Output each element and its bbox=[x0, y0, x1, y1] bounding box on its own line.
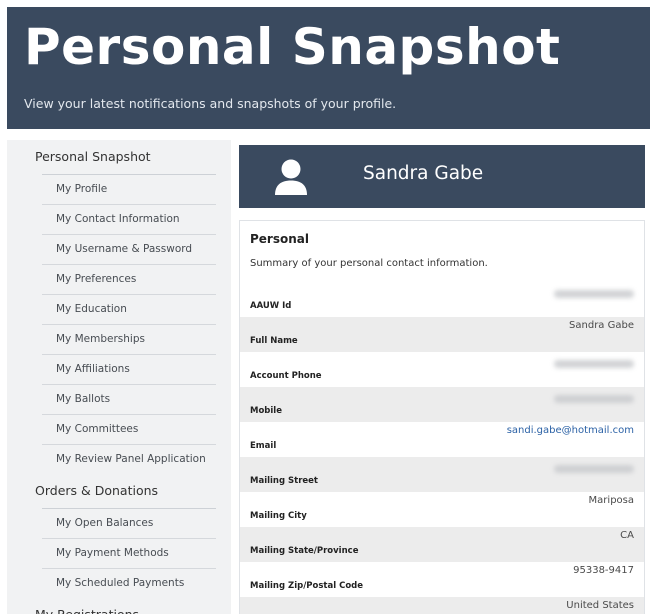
sidebar-item-my-open-balances[interactable]: My Open Balances bbox=[42, 508, 216, 538]
info-value: United States bbox=[566, 600, 634, 611]
sidebar-item-my-education[interactable]: My Education bbox=[42, 294, 216, 324]
sidebar-item-my-memberships[interactable]: My Memberships bbox=[42, 324, 216, 354]
page-header: Personal Snapshot View your latest notif… bbox=[7, 7, 650, 129]
sidebar-item-my-ballots[interactable]: My Ballots bbox=[42, 384, 216, 414]
page: Personal Snapshot View your latest notif… bbox=[0, 0, 651, 614]
profile-banner: Sandra Gabe bbox=[239, 145, 645, 208]
personal-card: Personal Summary of your personal contac… bbox=[239, 220, 645, 614]
redacted-value bbox=[554, 395, 634, 403]
info-row-full-name: Full Name Sandra Gabe bbox=[240, 317, 644, 352]
info-label: Full Name bbox=[250, 336, 298, 346]
info-row-mailing-zip-postal-code: Mailing Zip/Postal Code 95338-9417 bbox=[240, 562, 644, 597]
user-silhouette-icon bbox=[275, 159, 307, 195]
email-link[interactable]: sandi.gabe@hotmail.com bbox=[507, 425, 634, 436]
info-value: Sandra Gabe bbox=[569, 320, 634, 331]
sidebar-item-my-contact-information[interactable]: My Contact Information bbox=[42, 204, 216, 234]
info-label: Mobile bbox=[250, 406, 282, 416]
info-row-mailing-country: Mailing CountryUnited States bbox=[240, 597, 644, 614]
page-subtitle: View your latest notifications and snaps… bbox=[24, 96, 397, 111]
info-row-email: Email sandi.gabe@hotmail.com bbox=[240, 422, 644, 457]
sidebar-item-my-affiliations[interactable]: My Affiliations bbox=[42, 354, 216, 384]
personal-info-list: AAUW Id Full Name Sandra Gabe Account Phone… bbox=[240, 282, 644, 614]
sidebar-item-my-preferences[interactable]: My Preferences bbox=[42, 264, 216, 294]
redacted-value bbox=[554, 360, 634, 368]
info-label: AAUW Id bbox=[250, 301, 292, 311]
sidebar-item-my-username-and-password[interactable]: My Username & Password bbox=[42, 234, 216, 264]
info-value: CA bbox=[620, 530, 634, 541]
sidebar-item-my-payment-methods[interactable]: My Payment Methods bbox=[42, 538, 216, 568]
info-value: 95338-9417 bbox=[573, 565, 634, 576]
sidebar-section-my-registrations[interactable]: My Registrations bbox=[7, 598, 231, 614]
info-row-aauw-id: AAUW Id bbox=[240, 282, 644, 317]
card-title: Personal bbox=[250, 232, 309, 246]
info-row-mailing-street: Mailing Street bbox=[240, 457, 644, 492]
sidebar-item-my-committees[interactable]: My Committees bbox=[42, 414, 216, 444]
sidebar-nav: Personal Snapshot My Profile My Contact In… bbox=[7, 140, 231, 614]
redacted-value bbox=[554, 290, 634, 298]
sidebar-item-my-review-panel-application[interactable]: My Review Panel Application bbox=[42, 444, 216, 474]
info-label: Email bbox=[250, 441, 277, 451]
sidebar-item-my-scheduled-payments[interactable]: My Scheduled Payments bbox=[42, 568, 216, 598]
redacted-value bbox=[554, 465, 634, 473]
sidebar-section-personal-snapshot[interactable]: Personal Snapshot bbox=[7, 140, 231, 174]
info-value: Mariposa bbox=[588, 495, 634, 506]
sidebar-item-my-profile[interactable]: My Profile bbox=[42, 174, 216, 204]
info-row-mailing-city: Mailing City Mariposa bbox=[240, 492, 644, 527]
info-label: Mailing State/Province bbox=[250, 546, 359, 556]
info-label: Mailing Zip/Postal Code bbox=[250, 581, 364, 591]
info-label: Account Phone bbox=[250, 371, 322, 381]
page-title: Personal Snapshot bbox=[24, 18, 561, 76]
info-row-account-phone: Account Phone bbox=[240, 352, 644, 387]
info-row-mobile: Mobile bbox=[240, 387, 644, 422]
info-row-mailing-state-province: Mailing State/Province CA bbox=[240, 527, 644, 562]
sidebar-section-orders-and-donations[interactable]: Orders & Donations bbox=[7, 474, 231, 508]
profile-name: Sandra Gabe bbox=[363, 163, 484, 184]
info-label: Mailing Street bbox=[250, 476, 318, 486]
card-description: Summary of your personal contact informa… bbox=[250, 258, 488, 269]
info-label: Mailing City bbox=[250, 511, 307, 521]
